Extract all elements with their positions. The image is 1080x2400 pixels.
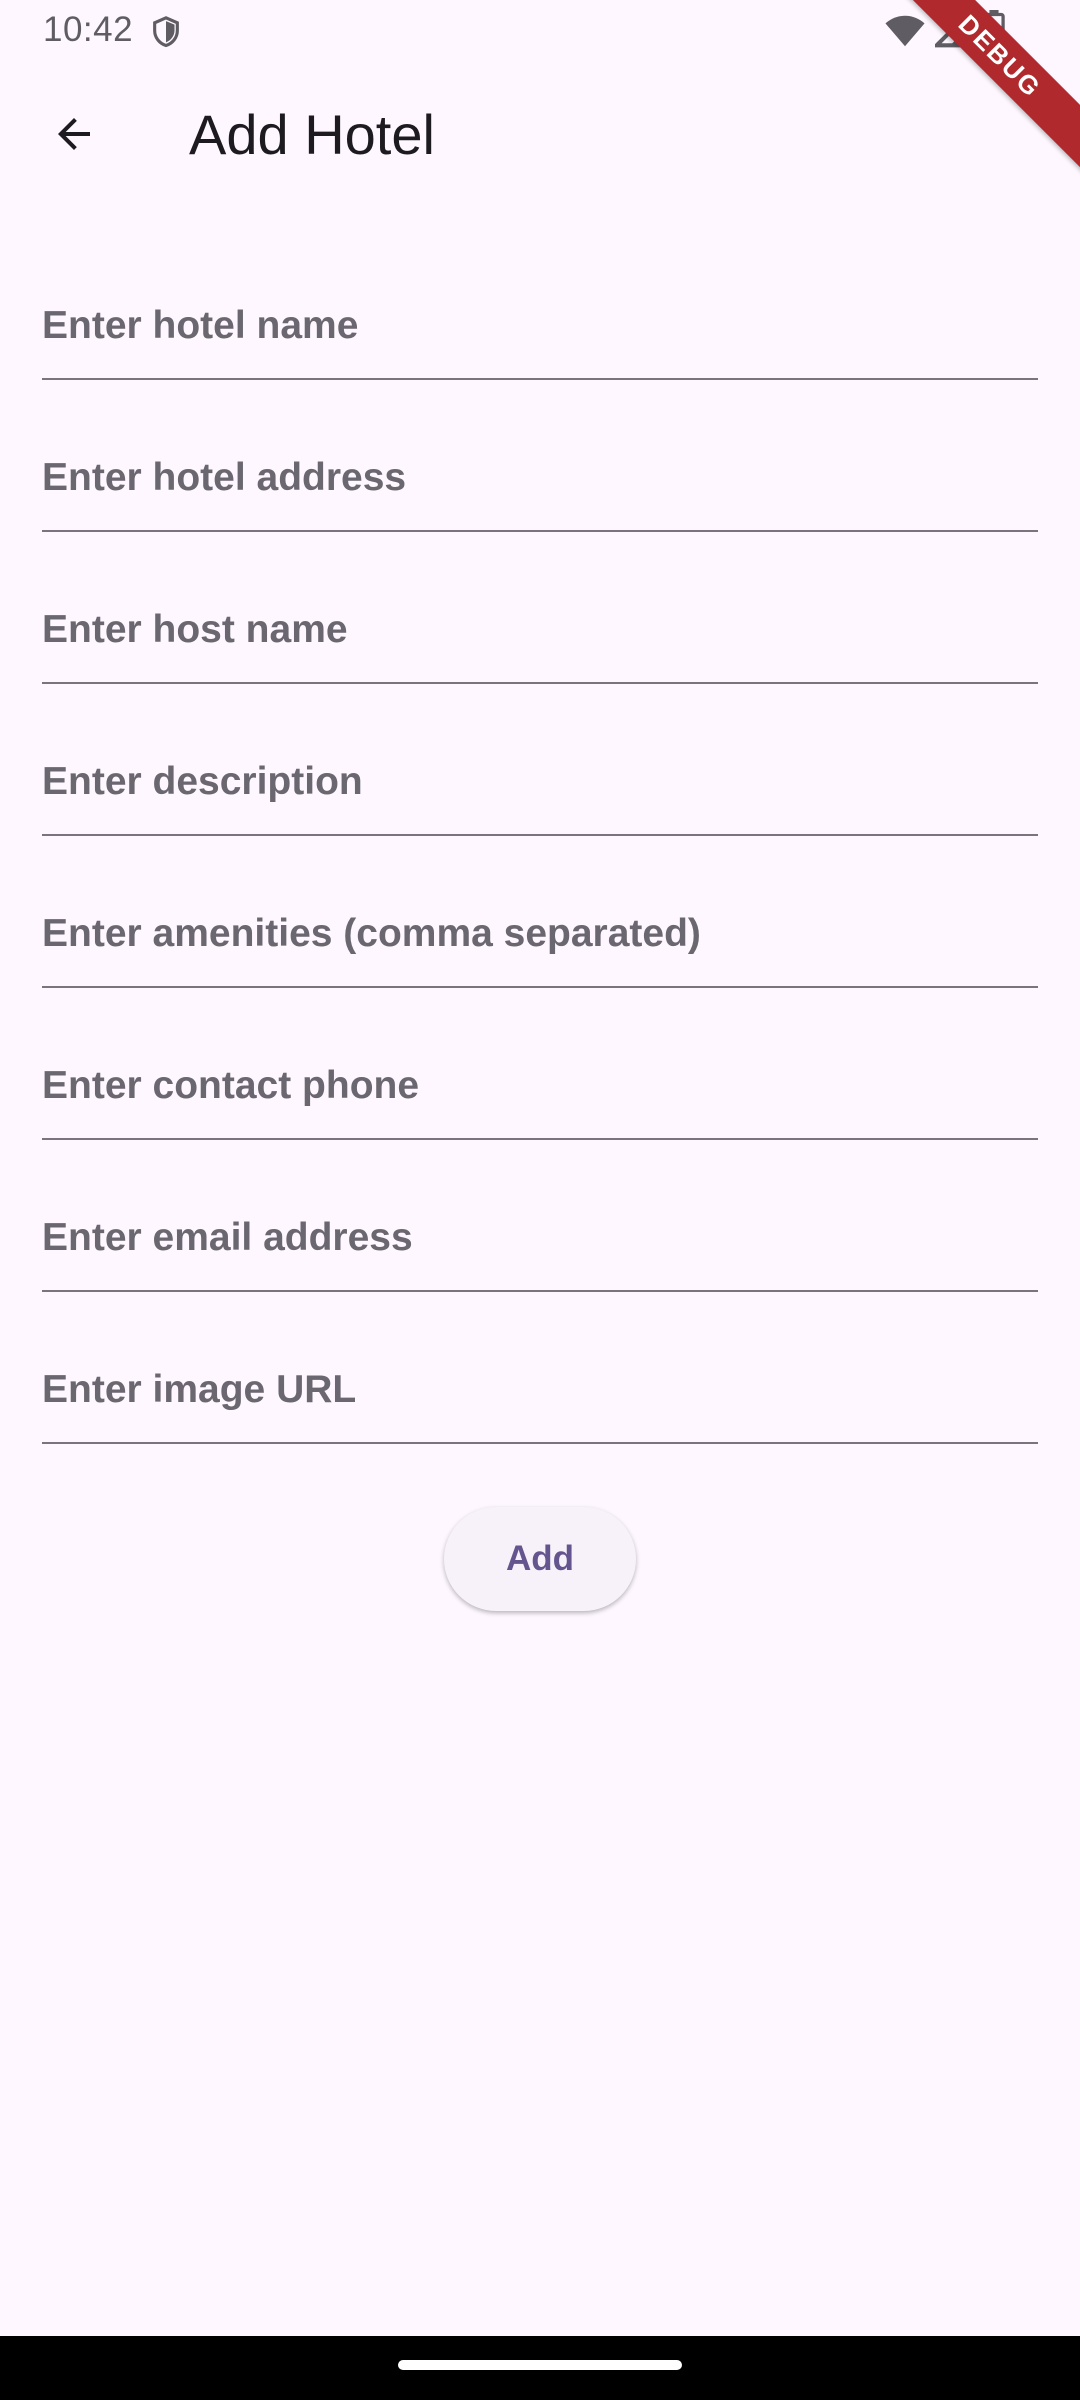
status-bar: 10:42 — [0, 0, 1080, 62]
description-field — [42, 684, 1038, 836]
app-bar: Add Hotel — [0, 62, 1080, 210]
image-url-input[interactable] — [42, 1360, 1038, 1420]
contact-phone-input[interactable] — [42, 1056, 1038, 1116]
amenities-input[interactable] — [42, 904, 1038, 964]
hotel-address-input[interactable] — [42, 448, 1038, 508]
arrow-back-icon — [50, 110, 98, 163]
wifi-icon — [884, 14, 926, 48]
host-name-input[interactable] — [42, 600, 1038, 660]
amenities-field — [42, 836, 1038, 988]
page-title: Add Hotel — [189, 103, 435, 166]
add-button[interactable]: Add — [444, 1507, 636, 1611]
host-name-field — [42, 532, 1038, 684]
hotel-name-field — [42, 228, 1038, 380]
home-indicator[interactable] — [398, 2360, 682, 2370]
add-hotel-screen: 10:42 DEBUG Add Hotel Enter hotel name E… — [0, 0, 1080, 2400]
back-button[interactable] — [30, 92, 118, 180]
hotel-address-field — [42, 380, 1038, 532]
description-input[interactable] — [42, 752, 1038, 812]
status-time: 10:42 — [43, 10, 134, 49]
system-nav-bar — [0, 2336, 1080, 2400]
image-url-field — [42, 1292, 1038, 1444]
add-hotel-form — [42, 228, 1038, 1444]
email-address-input[interactable] — [42, 1208, 1038, 1268]
shield-icon — [149, 13, 183, 51]
email-address-field — [42, 1140, 1038, 1292]
contact-phone-field — [42, 988, 1038, 1140]
hotel-name-input[interactable] — [42, 296, 1038, 356]
